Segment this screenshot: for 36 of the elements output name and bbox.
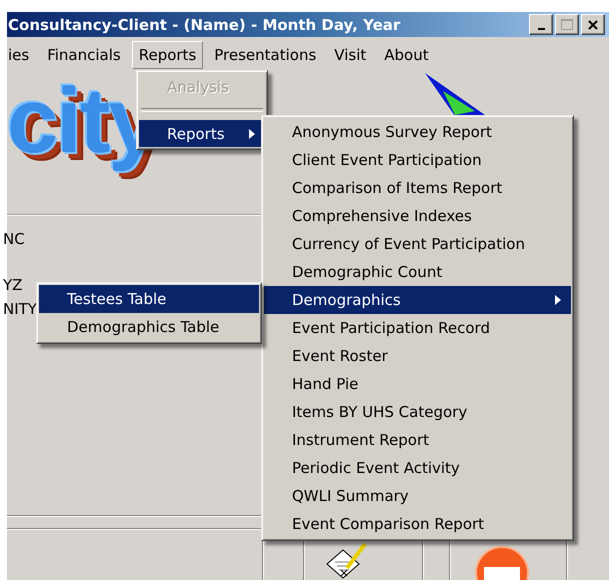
menu-bar-item[interactable]: Reports xyxy=(132,41,204,69)
menu-bar-item[interactable]: Presentations xyxy=(207,41,324,69)
close-icon xyxy=(588,20,598,30)
stop-icon xyxy=(474,545,530,580)
menu-bar-item[interactable]: About xyxy=(377,41,436,69)
menu-item[interactable]: Comprehensive Indexes xyxy=(264,202,571,230)
menu-item[interactable]: Demographics Table xyxy=(39,313,259,341)
field-label: NITY xyxy=(3,299,37,319)
menu-item[interactable]: Hand Pie xyxy=(264,370,571,398)
menu-item[interactable]: Event Participation Record xyxy=(264,314,571,342)
menu-item[interactable]: Demographic Count xyxy=(264,258,571,286)
submenu-item[interactable]: Demographics xyxy=(264,286,571,314)
menu-bar-item[interactable]: Visit xyxy=(327,41,374,69)
submenu-arrow-icon xyxy=(249,128,255,138)
menu-item[interactable]: Instrument Report xyxy=(264,426,571,454)
minimize-icon xyxy=(538,28,544,30)
menu-item[interactable]: Currency of Event Participation xyxy=(264,230,571,258)
maximize-button[interactable] xyxy=(555,14,579,35)
menu-item[interactable]: Client Event Participation xyxy=(264,146,571,174)
menu-bar-item[interactable]: ies xyxy=(1,41,36,69)
menu-item[interactable]: Items BY UHS Category xyxy=(264,398,571,426)
menu-item[interactable]: Anonymous Survey Report xyxy=(264,118,571,146)
menu-item[interactable]: Event Comparison Report xyxy=(264,510,571,538)
menu-item[interactable]: Comparison of Items Report xyxy=(264,174,571,202)
field-label: YZ xyxy=(3,275,22,295)
field-label: NC xyxy=(3,229,25,249)
minimize-button[interactable] xyxy=(529,14,553,35)
menu-item[interactable]: QWLI Summary xyxy=(264,482,571,510)
menu-bar-item[interactable]: Financials xyxy=(40,41,128,69)
menu-item[interactable]: Periodic Event Activity xyxy=(264,454,571,482)
menu-item[interactable]: Event Roster xyxy=(264,342,571,370)
close-button[interactable] xyxy=(581,14,605,35)
window-title: Consultancy-Client - (Name) - Month Day, Year xyxy=(8,16,400,34)
maximize-icon xyxy=(561,19,573,30)
menu-item[interactable]: Testees Table xyxy=(39,285,259,313)
submenu-arrow-icon xyxy=(555,295,561,305)
